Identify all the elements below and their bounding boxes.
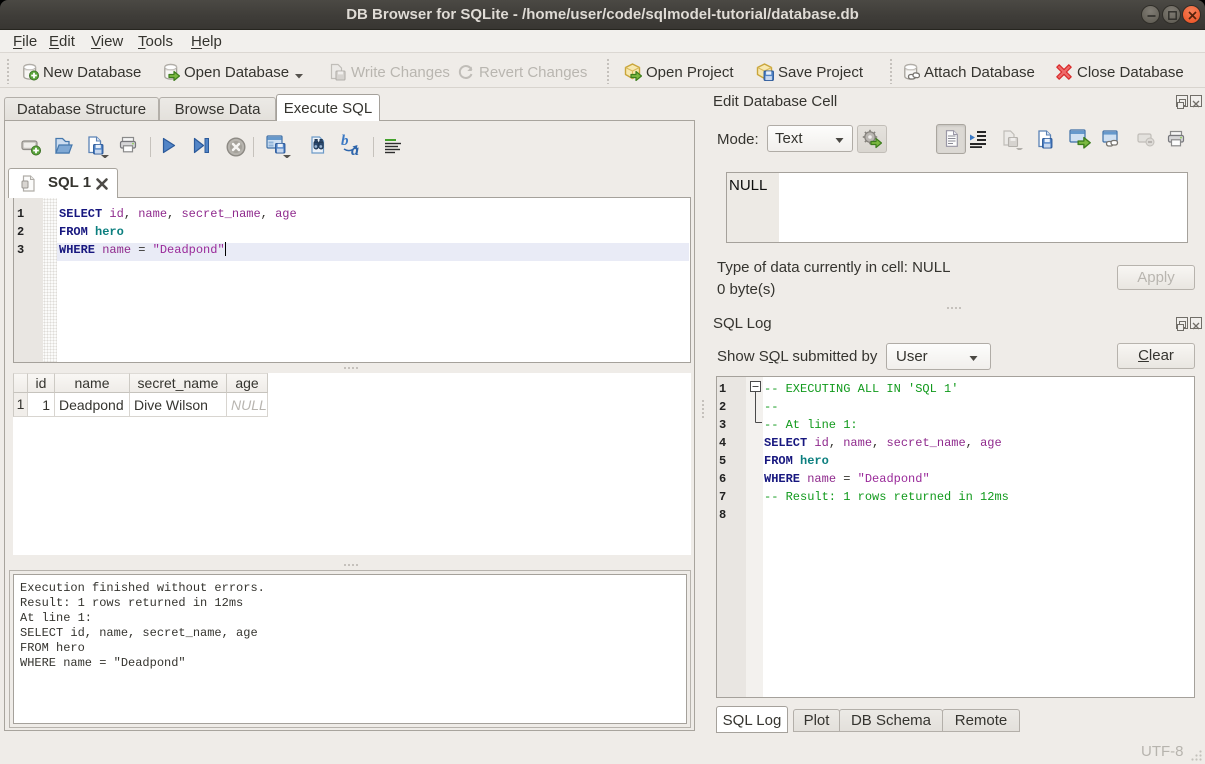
svg-text:b: b xyxy=(341,134,349,149)
